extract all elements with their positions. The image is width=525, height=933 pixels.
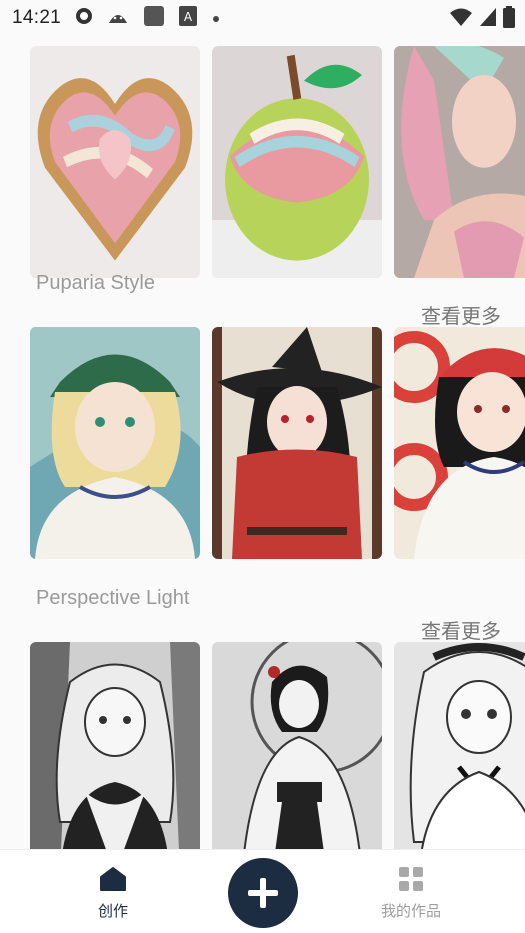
font-icon: A [179,5,198,31]
android-icon [107,7,129,30]
svg-text:A: A [184,10,193,24]
style-card[interactable] [212,642,382,850]
style-card[interactable] [394,327,525,559]
style-card[interactable] [394,46,525,278]
wifi-icon [449,7,473,32]
nav-item-my-works[interactable]: 我的作品 [366,866,456,921]
apple-cake-image [212,46,382,278]
see-more-button-perspective[interactable]: 查看更多 [421,615,501,644]
heart-cake-image [30,46,200,278]
nav-label-create: 创作 [97,903,128,920]
signal-icon [479,7,497,32]
section-title-puparia: Puparia Style [36,272,155,294]
maid-lineart-image-2 [394,642,525,850]
style-gallery[interactable]: Puparia Style 查看更多 Perspective Light 查看更… [0,36,525,850]
style-card[interactable] [30,327,200,559]
app-icon [143,5,165,32]
kimono-lineart-image [212,642,382,850]
status-bar: 14:21 A [0,0,525,36]
grid-icon [399,867,423,891]
style-card[interactable] [30,46,200,278]
red-cap-girl-image [394,327,525,559]
home-icon [100,867,126,891]
nav-label-my-works: 我的作品 [380,903,441,920]
section-title-perspective: Perspective Light [36,587,190,609]
style-card[interactable] [394,642,525,850]
create-fab-button[interactable] [228,858,298,928]
bottom-navigation: 创作 我的作品 [0,849,525,933]
style-card[interactable] [30,642,200,850]
style-row-puparia [30,327,525,559]
maid-lineart-image [30,642,200,850]
see-more-button-puparia[interactable]: 查看更多 [421,300,501,329]
battery-icon [503,6,515,33]
witch-girl-image [212,327,382,559]
plus-icon [248,878,278,908]
status-time: 14:21 [12,7,62,28]
style-row-perspective [30,642,525,850]
dot-icon [211,8,221,29]
sync-icon [75,7,93,30]
style-row-1 [30,46,525,278]
style-card[interactable] [212,327,382,559]
nav-item-create[interactable]: 创作 [68,866,158,921]
style-card[interactable] [212,46,382,278]
green-cap-girl-image [30,327,200,559]
pastel-girl-image [394,46,525,278]
